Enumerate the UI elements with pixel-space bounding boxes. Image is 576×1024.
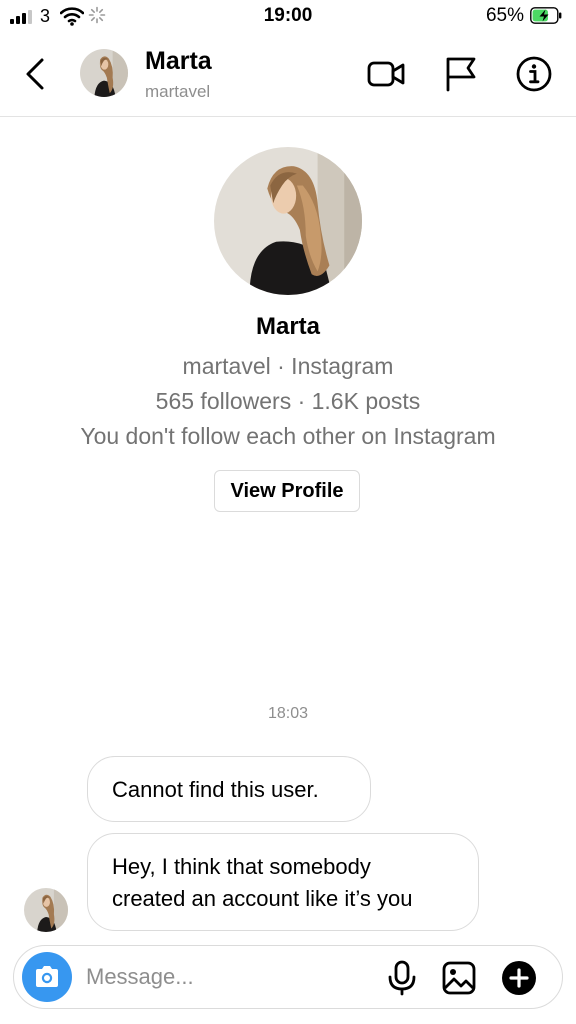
header-avatar[interactable] bbox=[80, 49, 128, 97]
profile-photo bbox=[24, 888, 68, 932]
message-text-line: created an account like it’s you bbox=[112, 886, 413, 911]
message-composer bbox=[13, 945, 563, 1009]
profile-stats: 565 followers · 1.6K posts bbox=[155, 388, 421, 414]
video-call-icon[interactable] bbox=[366, 54, 406, 94]
battery-percentage: 65% bbox=[485, 5, 524, 26]
plus-icon[interactable] bbox=[501, 960, 537, 996]
message-input[interactable] bbox=[86, 958, 376, 996]
flag-icon[interactable] bbox=[440, 54, 480, 94]
info-icon[interactable] bbox=[514, 54, 554, 94]
camera-icon bbox=[36, 966, 58, 987]
profile-subtitle: martavel · Instagram bbox=[182, 353, 394, 379]
view-profile-button[interactable]: View Profile bbox=[214, 470, 360, 512]
profile-photo bbox=[80, 49, 128, 97]
message-text-line: Hey, I think that somebody bbox=[112, 854, 371, 879]
status-bar: 3 19:00 65% bbox=[0, 0, 576, 34]
dm-thread-screen: 3 19:00 65% Marta martavel Marta martave… bbox=[0, 0, 576, 1024]
battery-charging-icon bbox=[530, 7, 562, 24]
header-display-name[interactable]: Marta bbox=[145, 47, 212, 76]
profile-avatar-large[interactable] bbox=[214, 147, 362, 295]
message-bubble[interactable]: Hey, I think that somebody created an ac… bbox=[87, 833, 479, 931]
sender-avatar[interactable] bbox=[24, 888, 68, 932]
camera-button[interactable] bbox=[22, 952, 72, 1002]
profile-display-name: Marta bbox=[255, 313, 321, 340]
back-arrow-icon[interactable] bbox=[20, 54, 52, 94]
chat-header: Marta martavel bbox=[0, 34, 576, 117]
message-timestamp: 18:03 bbox=[267, 705, 309, 722]
follow-status: You don't follow each other on Instagram bbox=[80, 423, 496, 449]
gallery-icon[interactable] bbox=[441, 960, 477, 996]
header-username[interactable]: martavel bbox=[145, 82, 210, 102]
message-bubble[interactable]: Cannot find this user. bbox=[87, 756, 371, 822]
message-text: Cannot find this user. bbox=[112, 777, 319, 802]
microphone-icon[interactable] bbox=[384, 960, 420, 996]
profile-photo bbox=[214, 147, 362, 295]
